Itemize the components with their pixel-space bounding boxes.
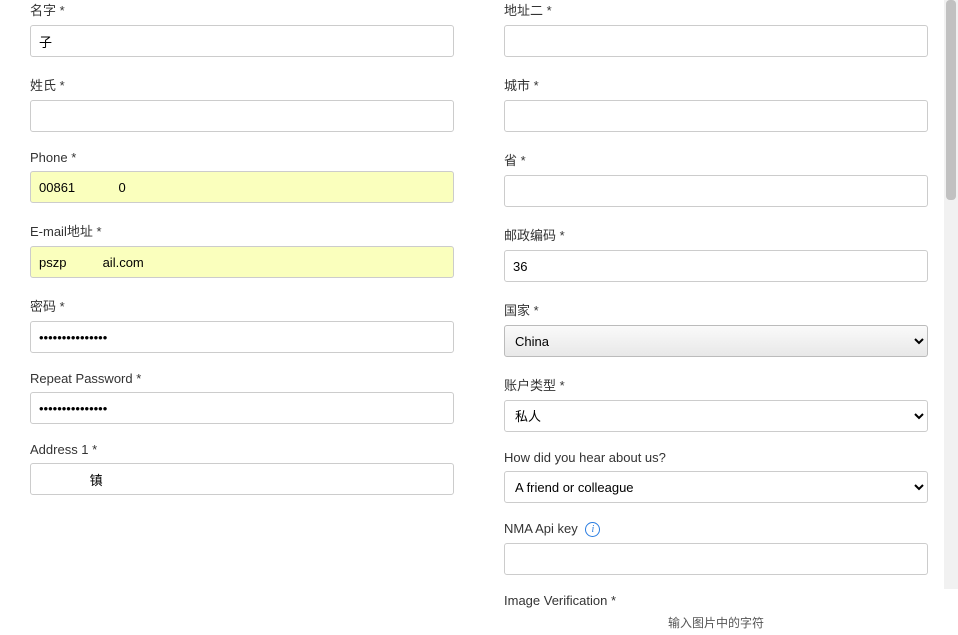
vertical-scrollbar[interactable] xyxy=(944,0,958,589)
phone-label: Phone * xyxy=(30,150,454,165)
country-select[interactable]: China xyxy=(504,325,928,357)
scrollbar-thumb[interactable] xyxy=(946,0,956,200)
province-field: 省 * xyxy=(504,150,928,207)
phone-field: Phone * xyxy=(30,150,454,203)
info-icon[interactable]: i xyxy=(585,522,600,537)
city-field: 城市 * xyxy=(504,75,928,132)
account-type-label: 账户类型 * xyxy=(504,375,928,394)
email-input[interactable] xyxy=(30,246,454,278)
image-verification-hint: 输入图片中的字符 xyxy=(504,614,928,631)
postcode-field: 邮政编码 * xyxy=(504,225,928,282)
password-field: 密码 * xyxy=(30,296,454,353)
last-name-field: 姓氏 * xyxy=(30,75,454,132)
last-name-input[interactable] xyxy=(30,100,454,132)
password-label: 密码 * xyxy=(30,296,454,315)
country-field: 国家 * China xyxy=(504,300,928,357)
repeat-password-input[interactable] xyxy=(30,392,454,424)
api-key-label: NMA Api key i xyxy=(504,521,928,537)
last-name-label: 姓氏 * xyxy=(30,75,454,94)
email-label: E-mail地址 * xyxy=(30,221,454,240)
api-key-label-text: NMA Api key xyxy=(504,521,578,536)
repeat-password-field: Repeat Password * xyxy=(30,371,454,424)
repeat-password-label: Repeat Password * xyxy=(30,371,454,386)
image-verification-label: Image Verification * xyxy=(504,593,928,608)
first-name-field: 名字 * xyxy=(30,0,454,57)
hear-about-label: How did you hear about us? xyxy=(504,450,928,465)
city-input[interactable] xyxy=(504,100,928,132)
province-label: 省 * xyxy=(504,150,928,169)
password-input[interactable] xyxy=(30,321,454,353)
api-key-field: NMA Api key i xyxy=(504,521,928,575)
email-field: E-mail地址 * xyxy=(30,221,454,278)
phone-input[interactable] xyxy=(30,171,454,203)
postcode-input[interactable] xyxy=(504,250,928,282)
account-type-field: 账户类型 * 私人 xyxy=(504,375,928,432)
api-key-input[interactable] xyxy=(504,543,928,575)
first-name-input[interactable] xyxy=(30,25,454,57)
postcode-label: 邮政编码 * xyxy=(504,225,928,244)
city-label: 城市 * xyxy=(504,75,928,94)
address1-label: Address 1 * xyxy=(30,442,454,457)
address2-input[interactable] xyxy=(504,25,928,57)
first-name-label: 名字 * xyxy=(30,0,454,19)
address1-input[interactable] xyxy=(30,463,454,495)
hear-about-select[interactable]: A friend or colleague xyxy=(504,471,928,503)
address2-field: 地址二 * xyxy=(504,0,928,57)
address2-label: 地址二 * xyxy=(504,0,928,19)
hear-about-field: How did you hear about us? A friend or c… xyxy=(504,450,928,503)
image-verification-field: Image Verification * 输入图片中的字符 xyxy=(504,593,928,631)
country-label: 国家 * xyxy=(504,300,928,319)
address1-field: Address 1 * xyxy=(30,442,454,495)
province-input[interactable] xyxy=(504,175,928,207)
account-type-select[interactable]: 私人 xyxy=(504,400,928,432)
